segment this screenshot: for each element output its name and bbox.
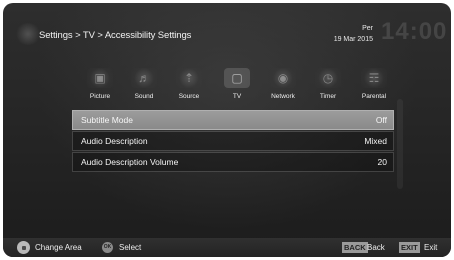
change-area-hint: Change Area: [35, 243, 82, 252]
tab-picture[interactable]: ▣ Picture: [77, 58, 123, 103]
brand-logo: [15, 23, 41, 45]
setting-name: Audio Description: [81, 136, 148, 146]
tab-label: Picture: [89, 93, 111, 100]
tab-tv[interactable]: ▢ TV: [214, 58, 260, 103]
tab-label: Source: [178, 93, 200, 100]
tv-icon: ▢: [224, 68, 250, 88]
settings-list: Subtitle Mode Off Audio Description Mixe…: [72, 110, 394, 172]
breadcrumb: Settings > TV > Accessibility Settings: [39, 30, 192, 41]
setting-value: Mixed: [364, 136, 387, 146]
tab-sound[interactable]: ♬ Sound: [121, 58, 167, 103]
timer-icon: ◷: [315, 68, 341, 88]
back-hint[interactable]: Back: [367, 243, 385, 252]
setting-audio-description[interactable]: Audio Description Mixed: [72, 131, 394, 151]
setting-value: Off: [375, 115, 387, 125]
tab-source[interactable]: ⇡ Source: [166, 58, 212, 103]
parental-icon: ☶: [361, 68, 387, 88]
footer-bar: Change Area OK Select BACK Back EXIT Exi…: [3, 238, 451, 257]
tab-label: Timer: [319, 93, 337, 100]
clock: 14:00: [381, 18, 448, 45]
setting-value: 20: [377, 157, 387, 167]
tab-network[interactable]: ◉ Network: [260, 58, 306, 103]
tv-menu-screen: Settings > TV > Accessibility Settings 1…: [3, 3, 451, 257]
tab-timer[interactable]: ◷ Timer: [305, 58, 351, 103]
tab-label: Parental: [361, 93, 387, 100]
select-hint: Select: [119, 243, 142, 252]
back-key-icon: BACK: [342, 242, 368, 253]
setting-name: Subtitle Mode: [81, 115, 133, 125]
exit-key-icon: EXIT: [399, 242, 420, 253]
sound-icon: ♬: [131, 68, 157, 88]
tab-label: Network: [271, 93, 295, 100]
picture-icon: ▣: [87, 68, 113, 88]
exit-hint[interactable]: Exit: [424, 243, 437, 252]
network-icon: ◉: [270, 68, 296, 88]
tab-label: TV: [232, 93, 242, 100]
category-bar: ▣ Picture ♬ Sound ⇡ Source ▢ TV ◉ Networ…: [77, 58, 407, 103]
setting-audio-description-volume[interactable]: Audio Description Volume 20: [72, 152, 394, 172]
day-label: Per: [362, 25, 373, 32]
tab-label: Sound: [134, 93, 154, 100]
scrollbar[interactable]: [397, 99, 403, 189]
source-icon: ⇡: [176, 68, 202, 88]
setting-subtitle-mode[interactable]: Subtitle Mode Off: [72, 110, 394, 130]
dpad-icon: [17, 241, 30, 254]
setting-name: Audio Description Volume: [81, 157, 179, 167]
ok-key-icon: OK: [102, 242, 113, 253]
date-label: 19 Mar 2015: [333, 36, 373, 43]
tab-parental[interactable]: ☶ Parental: [351, 58, 397, 103]
